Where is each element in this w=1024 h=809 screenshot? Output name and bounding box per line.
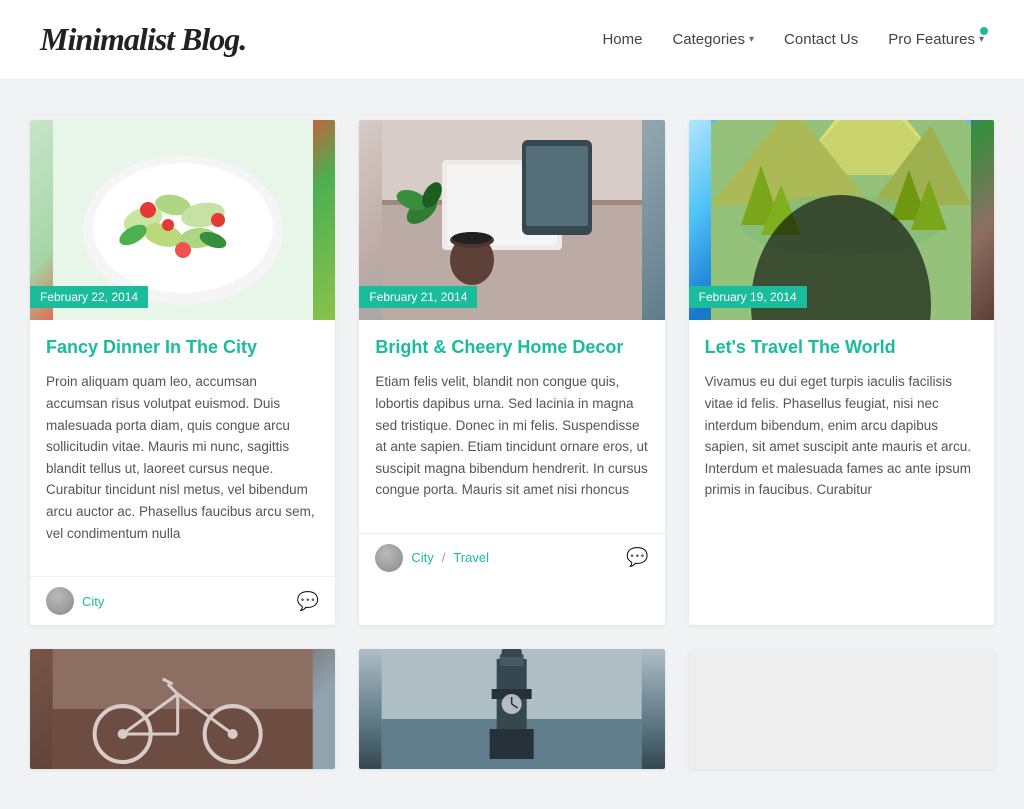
card-footer-2: City / Travel 💬 [359, 533, 664, 582]
date-badge-2: February 21, 2014 [359, 286, 477, 308]
site-logo: Minimalist Blog. [40, 21, 246, 58]
category-separator-2: / [442, 550, 446, 565]
blog-card-1: February 22, 2014 Fancy Dinner In The Ci… [30, 120, 335, 625]
nav-categories[interactable]: Categories ▾ [672, 31, 754, 48]
date-badge-1: February 22, 2014 [30, 286, 148, 308]
card-image-wrapper-2: February 21, 2014 [359, 120, 664, 320]
card-text-1: Proin aliquam quam leo, accumsan accumsa… [46, 371, 319, 544]
card-text-2: Etiam felis velit, blandit non congue qu… [375, 371, 648, 501]
main-content: February 22, 2014 Fancy Dinner In The Ci… [0, 80, 1024, 809]
blog-card-2: February 21, 2014 Bright & Cheery Home D… [359, 120, 664, 625]
site-header: Minimalist Blog. Home Categories ▾ Conta… [0, 0, 1024, 80]
blog-card-bottom-3 [689, 649, 994, 769]
categories-chevron-icon: ▾ [749, 34, 754, 45]
main-nav: Home Categories ▾ Contact Us Pro Feature… [602, 31, 984, 48]
bike-svg [30, 649, 335, 769]
category-link-2a[interactable]: City [411, 550, 433, 565]
blog-grid-bottom [30, 649, 994, 769]
card-image-wrapper-3: February 19, 2014 [689, 120, 994, 320]
author-info-1: City [46, 587, 104, 615]
card-title-3: Let's Travel The World [705, 336, 978, 359]
card-image-wrapper-1: February 22, 2014 [30, 120, 335, 320]
category-link-2b[interactable]: Travel [453, 550, 489, 565]
card-body-1: Fancy Dinner In The City Proin aliquam q… [30, 320, 335, 576]
avatar-2 [375, 544, 403, 572]
category-link-1[interactable]: City [82, 594, 104, 609]
nav-home[interactable]: Home [602, 31, 642, 48]
card-footer-1: City 💬 [30, 576, 335, 625]
blog-card-3: February 19, 2014 Let's Travel The World… [689, 120, 994, 625]
card-title-2: Bright & Cheery Home Decor [375, 336, 648, 359]
card-text-3: Vivamus eu dui eget turpis iaculis facil… [705, 371, 978, 501]
author-info-2: City / Travel [375, 544, 489, 572]
avatar-circle-1 [46, 587, 74, 615]
nav-categories-link[interactable]: Categories [672, 31, 745, 48]
card-body-2: Bright & Cheery Home Decor Etiam felis v… [359, 320, 664, 533]
card-title-1: Fancy Dinner In The City [46, 336, 319, 359]
blog-grid: February 22, 2014 Fancy Dinner In The Ci… [30, 120, 994, 625]
bigben-svg [359, 649, 664, 769]
card-image-bigben [359, 649, 664, 769]
nav-pro[interactable]: Pro Features ▾ [888, 31, 984, 48]
avatar-circle-2 [375, 544, 403, 572]
nav-contact[interactable]: Contact Us [784, 31, 858, 48]
pro-chevron-icon: ▾ [979, 34, 984, 45]
nav-pro-link[interactable]: Pro Features [888, 31, 975, 48]
card-image-bike [30, 649, 335, 769]
blog-card-bottom-2 [359, 649, 664, 769]
date-badge-3: February 19, 2014 [689, 286, 807, 308]
comment-icon-1: 💬 [297, 591, 319, 612]
avatar-1 [46, 587, 74, 615]
blog-card-bottom-1 [30, 649, 335, 769]
pro-dot-indicator [980, 27, 988, 35]
card-body-3: Let's Travel The World Vivamus eu dui eg… [689, 320, 994, 533]
comment-icon-2: 💬 [626, 547, 648, 568]
